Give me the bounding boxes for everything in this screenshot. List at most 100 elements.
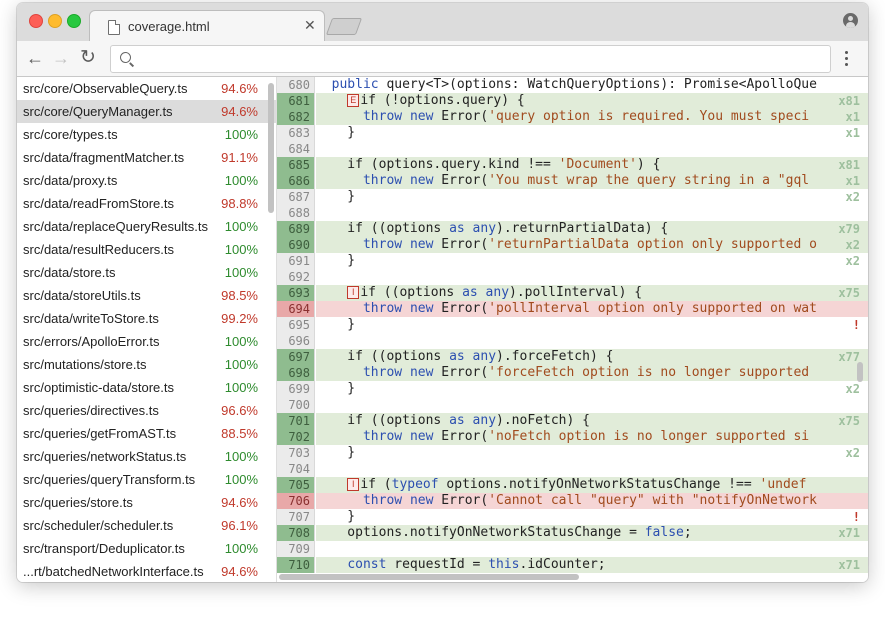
code-line: 692 bbox=[277, 269, 868, 285]
address-bar[interactable] bbox=[110, 45, 831, 73]
tab-coverage[interactable]: coverage.html ✕ bbox=[89, 10, 325, 42]
code-text: } bbox=[316, 381, 356, 396]
close-window-button[interactable] bbox=[29, 14, 43, 28]
file-list-item[interactable]: ...rt/batchedNetworkInterface.ts 94.6% bbox=[17, 560, 276, 582]
code-line: 704 bbox=[277, 461, 868, 477]
profile-icon[interactable] bbox=[843, 13, 858, 28]
code-text: Iif (typeof options.notifyOnNetworkStatu… bbox=[316, 477, 806, 493]
new-tab-button[interactable] bbox=[325, 18, 363, 35]
code-horizontal-scrollbar[interactable] bbox=[279, 574, 579, 580]
file-list-item[interactable]: src/errors/ApolloError.ts 100% bbox=[17, 330, 276, 353]
code-line: 691 } x2 bbox=[277, 253, 868, 269]
tab-strip: coverage.html ✕ bbox=[17, 3, 868, 42]
file-list-item[interactable]: src/core/ObservableQuery.ts 94.6% bbox=[17, 77, 276, 100]
back-arrow-icon[interactable]: ← bbox=[26, 47, 44, 69]
file-name: src/data/writeToStore.ts bbox=[23, 311, 159, 326]
hit-count: x81 bbox=[838, 94, 860, 108]
file-list-item[interactable]: src/data/store.ts 100% bbox=[17, 261, 276, 284]
code-text: } bbox=[316, 253, 356, 268]
file-name: src/data/storeUtils.ts bbox=[23, 288, 141, 303]
code-line: 686 throw new Error('You must wrap the q… bbox=[277, 173, 868, 189]
code-text: public query<T>(options: WatchQueryOptio… bbox=[331, 77, 817, 92]
maximize-window-button[interactable] bbox=[67, 14, 81, 28]
code-line: 708 options.notifyOnNetworkStatusChange … bbox=[277, 525, 868, 541]
hit-count: x2 bbox=[845, 190, 860, 204]
code-text: if ((options as any).noFetch) { bbox=[316, 413, 590, 428]
file-list: src/core/ObservableQuery.ts 94.6% src/core… bbox=[17, 77, 277, 582]
file-list-item[interactable]: src/data/fragmentMatcher.ts 91.1% bbox=[17, 146, 276, 169]
line-number: 682 bbox=[277, 109, 315, 125]
file-list-item[interactable]: src/queries/queryTransform.ts 100% bbox=[17, 468, 276, 491]
minimize-window-button[interactable] bbox=[48, 14, 62, 28]
file-list-item[interactable]: src/queries/networkStatus.ts 100% bbox=[17, 445, 276, 468]
code-text: throw new Error('returnPartialData optio… bbox=[362, 237, 817, 252]
sidebar-scrollbar[interactable] bbox=[268, 83, 274, 213]
coverage-percent: 100% bbox=[224, 242, 258, 257]
coverage-percent: 88.5% bbox=[221, 426, 258, 441]
file-name: src/data/readFromStore.ts bbox=[23, 196, 174, 211]
line-number: 695 bbox=[277, 317, 315, 333]
hit-count: ! bbox=[852, 318, 860, 332]
line-number: 701 bbox=[277, 413, 315, 429]
coverage-percent: 100% bbox=[224, 173, 258, 188]
coverage-percent: 96.1% bbox=[221, 518, 258, 533]
coverage-percent: 94.6% bbox=[221, 81, 258, 96]
line-number: 684 bbox=[277, 141, 315, 157]
file-list-item[interactable]: src/queries/store.ts 94.6% bbox=[17, 491, 276, 514]
file-name: src/queries/queryTransform.ts bbox=[23, 472, 196, 487]
file-list-item[interactable]: src/mutations/store.ts 100% bbox=[17, 353, 276, 376]
code-vertical-scrollbar[interactable] bbox=[857, 362, 863, 382]
file-list-item[interactable]: src/data/proxy.ts 100% bbox=[17, 169, 276, 192]
line-number: 690 bbox=[277, 237, 315, 253]
code-view: 680 public query<T>(options: WatchQueryO… bbox=[277, 77, 868, 582]
line-number: 709 bbox=[277, 541, 315, 557]
coverage-percent: 94.6% bbox=[221, 104, 258, 119]
file-name: src/queries/getFromAST.ts bbox=[23, 426, 177, 441]
code-text: throw new Error('Cannot call "query" wit… bbox=[362, 493, 817, 508]
file-list-item[interactable]: src/data/replaceQueryResults.ts 100% bbox=[17, 215, 276, 238]
reload-icon[interactable]: ↻ bbox=[80, 47, 96, 69]
line-number: 707 bbox=[277, 509, 315, 525]
code-line: 684 bbox=[277, 141, 868, 157]
hit-count: x2 bbox=[845, 446, 860, 460]
branch-badge-icon: I bbox=[347, 286, 360, 299]
file-list-item[interactable]: src/optimistic-data/store.ts 100% bbox=[17, 376, 276, 399]
file-list-item[interactable]: src/core/types.ts 100% bbox=[17, 123, 276, 146]
file-list-item[interactable]: src/transport/Deduplicator.ts 100% bbox=[17, 537, 276, 560]
file-list-item[interactable]: src/data/writeToStore.ts 99.2% bbox=[17, 307, 276, 330]
code-text: if (options.query.kind !== 'Document') { bbox=[316, 157, 661, 172]
code-text: } bbox=[316, 445, 356, 460]
file-list-item[interactable]: src/data/readFromStore.ts 98.8% bbox=[17, 192, 276, 215]
line-number: 681 bbox=[277, 93, 315, 109]
more-menu-icon[interactable] bbox=[845, 51, 849, 69]
file-list-item[interactable]: src/queries/directives.ts 96.6% bbox=[17, 399, 276, 422]
tab-title: coverage.html bbox=[128, 19, 210, 34]
line-number: 696 bbox=[277, 333, 315, 349]
code-line: 706 throw new Error('Cannot call "query"… bbox=[277, 493, 868, 509]
file-name: ...rt/batchedNetworkInterface.ts bbox=[23, 564, 204, 579]
toolbar: ← → ↻ bbox=[17, 41, 868, 77]
file-list-item[interactable]: src/scheduler/scheduler.ts 96.1% bbox=[17, 514, 276, 537]
forward-arrow-icon[interactable]: → bbox=[52, 47, 70, 69]
file-list-item[interactable]: src/queries/getFromAST.ts 88.5% bbox=[17, 422, 276, 445]
code-text: const requestId = this.idCounter; bbox=[347, 557, 606, 572]
file-list-item[interactable]: src/core/QueryManager.ts 94.6% bbox=[17, 100, 276, 123]
code-line: 690 throw new Error('returnPartialData o… bbox=[277, 237, 868, 253]
line-number: 688 bbox=[277, 205, 315, 221]
line-number: 694 bbox=[277, 301, 315, 317]
code-line: 707 }! bbox=[277, 509, 868, 525]
file-list-item[interactable]: src/data/storeUtils.ts 98.5% bbox=[17, 284, 276, 307]
code-text: throw new Error('query option is require… bbox=[362, 109, 810, 124]
code-line: 709 bbox=[277, 541, 868, 557]
coverage-percent: 96.6% bbox=[221, 403, 258, 418]
line-number: 686 bbox=[277, 173, 315, 189]
hit-count: x1 bbox=[845, 110, 860, 124]
file-name: src/queries/directives.ts bbox=[23, 403, 159, 418]
tab-close-icon[interactable]: ✕ bbox=[304, 17, 316, 34]
file-list-item[interactable]: src/data/resultReducers.ts 100% bbox=[17, 238, 276, 261]
hit-count: ! bbox=[852, 510, 860, 524]
file-name: src/errors/ApolloError.ts bbox=[23, 334, 160, 349]
coverage-percent: 99.2% bbox=[221, 311, 258, 326]
coverage-percent: 100% bbox=[224, 334, 258, 349]
file-name: src/optimistic-data/store.ts bbox=[23, 380, 174, 395]
